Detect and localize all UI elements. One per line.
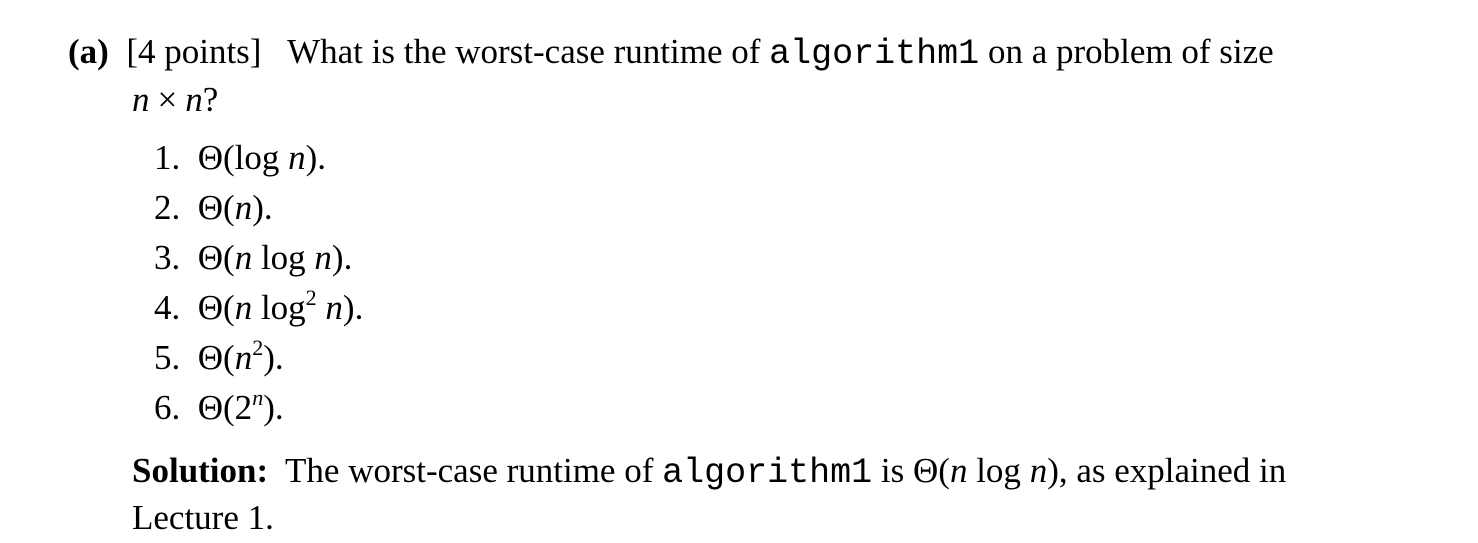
option-number: 6. — [154, 388, 181, 427]
solution-mid: log — [967, 451, 1030, 490]
option-tail: ). — [342, 288, 364, 327]
document-page: { "question": { "part_label": "(a)", "po… — [0, 0, 1478, 543]
solution-algorithm-name: algorithm1 — [662, 453, 873, 493]
question-text-before: What is the worst-case runtime of — [287, 32, 761, 71]
option-number: 3. — [154, 238, 181, 277]
option-text: Θ( — [197, 238, 235, 277]
solution-text-3: ), as explained in — [1047, 451, 1287, 490]
option-5: 5. Θ(n2). — [154, 337, 284, 377]
solution-line-1: Solution: The worst-case runtime of algo… — [132, 453, 1286, 491]
option-number: 4. — [154, 288, 181, 327]
question-text-after: on a problem of size — [987, 32, 1274, 71]
option-text: Θ( — [197, 188, 235, 227]
part-label: (a) — [68, 32, 109, 71]
solution-text-2: is Θ( — [880, 451, 950, 490]
question-line-2: n × n? — [132, 82, 218, 117]
option-var: n — [288, 138, 306, 177]
option-6: 6. Θ(2n). — [154, 387, 284, 427]
option-tail: ). — [263, 388, 284, 427]
option-var2: n — [314, 238, 332, 277]
option-var: n — [234, 238, 253, 277]
size-times: × — [157, 80, 178, 119]
option-tail: ). — [331, 238, 353, 277]
option-3: 3. Θ(n log n). — [154, 240, 352, 275]
option-number: 5. — [154, 338, 181, 377]
option-var: n — [234, 188, 253, 227]
solution-label: Solution: — [132, 451, 269, 490]
size-n2: n — [185, 80, 203, 119]
solution-var2: n — [1029, 451, 1048, 490]
option-text: Θ(2 — [197, 388, 253, 427]
solution-line-2: Lecture 1. — [132, 500, 274, 535]
option-tail: ). — [305, 138, 327, 177]
option-var: n — [234, 288, 253, 327]
option-exponent: n — [252, 385, 264, 410]
option-var: n — [234, 338, 253, 377]
size-qmark: ? — [202, 80, 219, 119]
algorithm-name: algorithm1 — [769, 34, 980, 74]
option-text: Θ( — [197, 338, 235, 377]
points-label: [4 points] — [126, 32, 262, 71]
option-2: 2. Θ(n). — [154, 190, 273, 225]
size-n1: n — [132, 80, 150, 119]
solution-text-1: The worst-case runtime of — [285, 451, 654, 490]
option-number: 1. — [154, 138, 181, 177]
option-number: 2. — [154, 188, 181, 227]
solution-var1: n — [949, 451, 968, 490]
question-line-1: (a) [4 points] What is the worst-case ru… — [68, 34, 1274, 72]
option-mid: log — [252, 288, 306, 327]
option-1: 1. Θ(log n). — [154, 140, 326, 175]
option-text: Θ(log — [197, 138, 289, 177]
option-text: Θ( — [197, 288, 235, 327]
solution-text-line-2: Lecture 1. — [132, 498, 274, 537]
option-tail: ). — [263, 338, 284, 377]
option-tail: ). — [252, 188, 273, 227]
option-exponent: 2 — [305, 285, 317, 310]
option-mid: log — [252, 238, 315, 277]
option-4: 4. Θ(n log2 n). — [154, 287, 364, 327]
option-exponent: 2 — [252, 335, 264, 360]
option-var2: n — [325, 288, 343, 327]
